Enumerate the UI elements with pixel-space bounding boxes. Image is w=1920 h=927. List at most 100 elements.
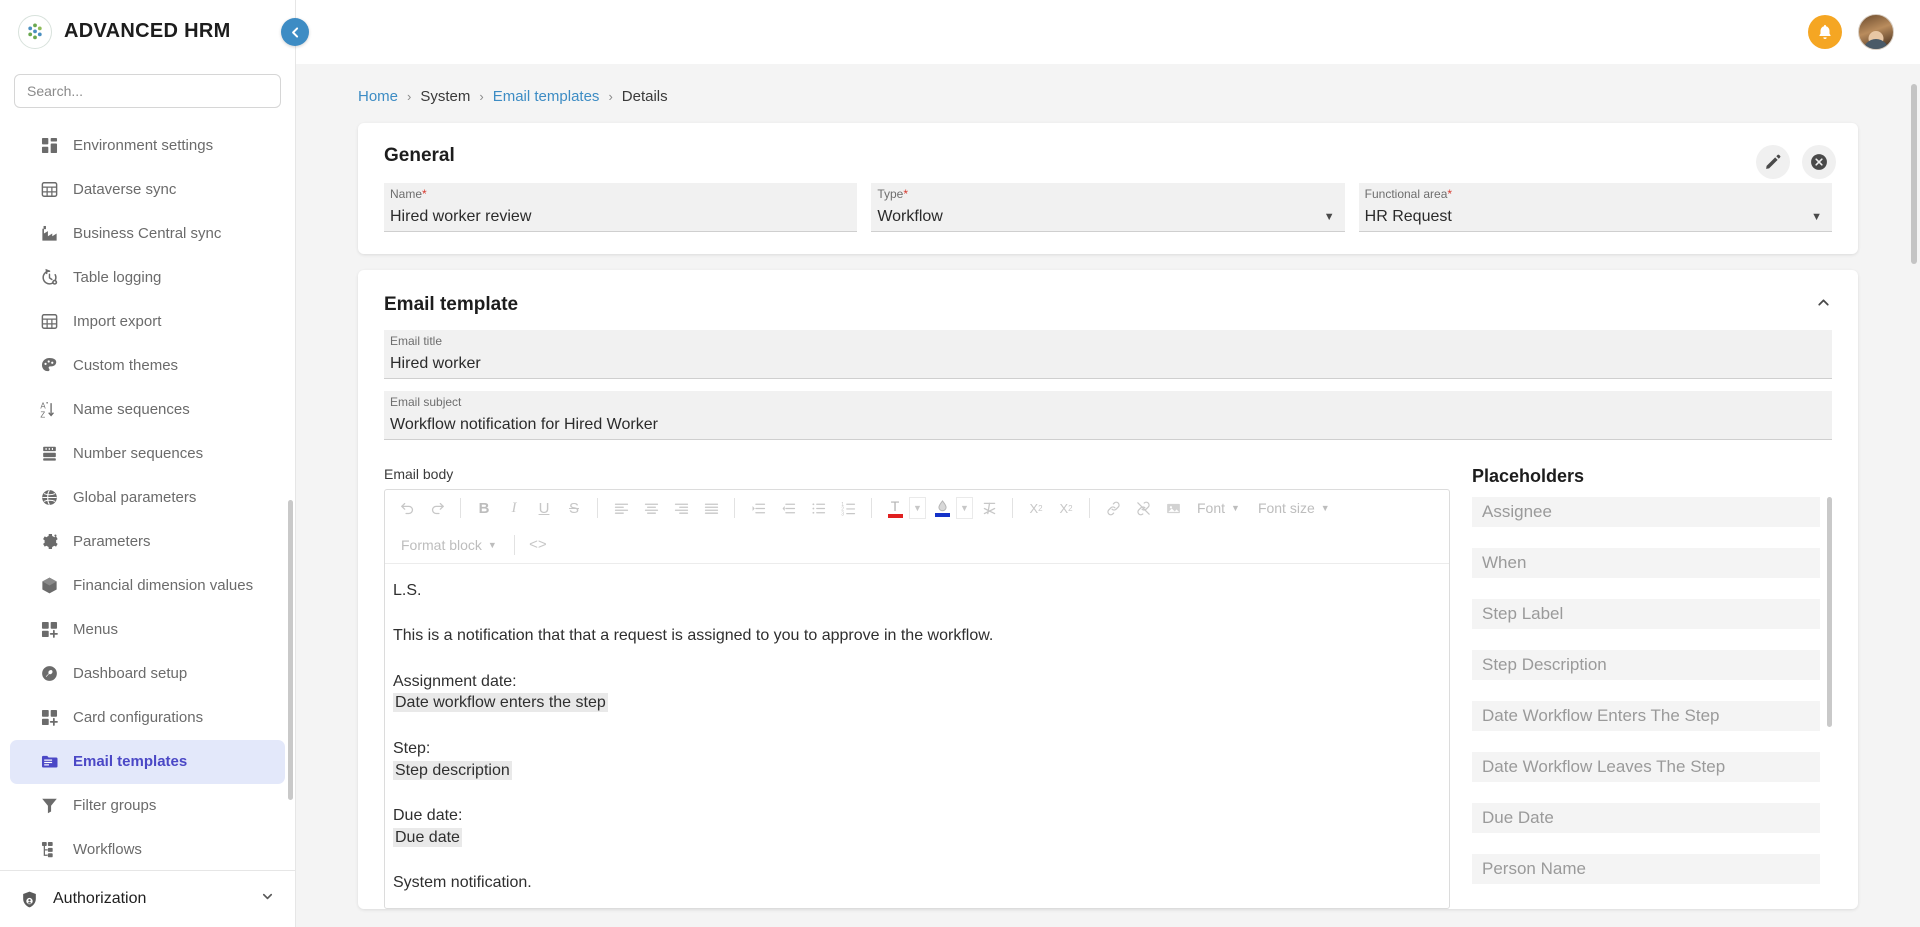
bold-icon[interactable]: B bbox=[470, 494, 498, 522]
sidebar-item-name-sequences[interactable]: A Z Name sequences bbox=[10, 388, 285, 432]
notification-bell-button[interactable] bbox=[1808, 15, 1842, 49]
placeholder-item[interactable]: Date Workflow Enters The Step bbox=[1472, 701, 1820, 731]
placeholder-item[interactable]: Step Label bbox=[1472, 599, 1820, 629]
highlight-color-dropdown-icon[interactable]: ▼ bbox=[956, 497, 973, 520]
placeholder-item[interactable]: Assignee bbox=[1472, 497, 1820, 527]
breadcrumb: Home › System › Email templates › Detail… bbox=[296, 64, 1920, 123]
email-subject-label: Email subject bbox=[384, 391, 1832, 410]
sidebar-item-workflows[interactable]: Workflows bbox=[10, 828, 285, 870]
unlink-icon[interactable] bbox=[1129, 494, 1157, 522]
close-button[interactable] bbox=[1802, 145, 1836, 179]
type-input[interactable]: Workflow ▼ bbox=[871, 202, 1345, 232]
sidebar-item-menus[interactable]: Menus bbox=[10, 608, 285, 652]
sidebar-item-financial-dimension-values[interactable]: Financial dimension values bbox=[10, 564, 285, 608]
email-subject-input[interactable]: Workflow notification for Hired Worker bbox=[384, 410, 1832, 440]
placeholders-scrollbar-thumb[interactable] bbox=[1827, 497, 1832, 727]
superscript-icon[interactable]: X2 bbox=[1052, 494, 1080, 522]
sidebar-item-global-parameters[interactable]: Global parameters bbox=[10, 476, 285, 520]
sidebar-item-email-templates[interactable]: Email templates bbox=[10, 739, 285, 784]
chevron-up-icon[interactable] bbox=[1815, 294, 1832, 316]
placeholder-item[interactable]: Due Date bbox=[1472, 803, 1820, 833]
sidebar-item-label: Card configurations bbox=[73, 709, 204, 727]
globe-icon bbox=[40, 488, 59, 507]
italic-icon[interactable]: I bbox=[500, 494, 528, 522]
svg-text:A: A bbox=[40, 402, 46, 411]
sidebar-item-dashboard-setup[interactable]: Dashboard setup bbox=[10, 652, 285, 696]
redo-icon[interactable] bbox=[423, 494, 451, 522]
breadcrumb-details: Details bbox=[621, 88, 668, 105]
general-title: General bbox=[384, 145, 455, 166]
placeholder-item[interactable]: Person Name bbox=[1472, 854, 1820, 884]
source-code-icon[interactable]: <> bbox=[524, 531, 552, 559]
general-field-name: Name* Hired worker review bbox=[384, 183, 858, 232]
highlight-color-control[interactable]: ▼ bbox=[928, 494, 973, 522]
placeholder-item[interactable]: Date Workflow Leaves The Step bbox=[1472, 752, 1820, 782]
placeholder-item[interactable]: Step Description bbox=[1472, 650, 1820, 680]
strikethrough-icon[interactable]: S bbox=[560, 494, 588, 522]
font-size-dropdown[interactable]: Font size ▼ bbox=[1250, 494, 1338, 522]
undo-icon[interactable] bbox=[393, 494, 421, 522]
align-justify-icon[interactable] bbox=[697, 494, 725, 522]
placeholder-item[interactable]: When bbox=[1472, 548, 1820, 578]
email-title-input[interactable]: Hired worker bbox=[384, 349, 1832, 379]
page-scrollbar[interactable] bbox=[1911, 84, 1917, 264]
placeholders-scrollbar[interactable] bbox=[1827, 497, 1832, 827]
align-left-icon[interactable] bbox=[607, 494, 635, 522]
sidebar-item-authorization[interactable]: Authorization bbox=[0, 871, 295, 927]
sidebar-item-card-configurations[interactable]: Card configurations bbox=[10, 696, 285, 740]
sidebar-collapse-button[interactable] bbox=[281, 18, 309, 46]
placeholder-token[interactable]: Step description bbox=[393, 760, 512, 780]
placeholder-token[interactable]: Due date bbox=[393, 827, 462, 847]
numbered-list-icon[interactable]: 123 bbox=[834, 494, 862, 522]
font-size-dropdown-label: Font size bbox=[1257, 500, 1315, 517]
brand[interactable]: ADVANCED HRM bbox=[0, 0, 295, 64]
clear-format-icon[interactable] bbox=[975, 494, 1003, 522]
sidebar-item-filter-groups[interactable]: Filter groups bbox=[10, 784, 285, 828]
outdent-icon[interactable] bbox=[774, 494, 802, 522]
align-center-icon[interactable] bbox=[637, 494, 665, 522]
user-avatar[interactable] bbox=[1858, 14, 1894, 50]
breadcrumb-email-templates[interactable]: Email templates bbox=[493, 88, 600, 105]
text-color-dropdown-icon[interactable]: ▼ bbox=[909, 497, 926, 520]
email-body-column: Email body B I U S 1 2 3 T ▼ ▼ X 2 X 2 F… bbox=[384, 466, 1450, 909]
body-line: L.S. bbox=[393, 581, 422, 599]
bullet-list-icon[interactable] bbox=[804, 494, 832, 522]
functional-area-input[interactable]: HR Request ▼ bbox=[1358, 202, 1832, 232]
sidebar-item-business-central-sync[interactable]: Business Central sync bbox=[10, 212, 285, 256]
page-content: Home › System › Email templates › Detail… bbox=[296, 64, 1920, 927]
link-icon[interactable] bbox=[1099, 494, 1127, 522]
underline-icon[interactable]: U bbox=[530, 494, 558, 522]
align-right-icon[interactable] bbox=[667, 494, 695, 522]
name-input[interactable]: Hired worker review bbox=[384, 202, 858, 232]
sitemap-icon bbox=[40, 840, 59, 859]
breadcrumb-separator-icon: › bbox=[608, 89, 613, 104]
highlight-color-icon[interactable] bbox=[928, 494, 956, 522]
sidebar-item-import-export[interactable]: Import export bbox=[10, 300, 285, 344]
image-icon[interactable] bbox=[1159, 494, 1187, 522]
sidebar-item-number-sequences[interactable]: Number sequences bbox=[10, 432, 285, 476]
general-field-functional-area: Functional area* HR Request ▼ bbox=[1358, 183, 1832, 232]
font-dropdown[interactable]: Font ▼ bbox=[1189, 494, 1248, 522]
edit-button[interactable] bbox=[1756, 145, 1790, 179]
subscript-icon[interactable]: X2 bbox=[1022, 494, 1050, 522]
text-color-control[interactable]: T ▼ bbox=[881, 494, 926, 522]
sidebar-item-environment-settings[interactable]: Environment settings bbox=[10, 124, 285, 168]
svg-text:3: 3 bbox=[841, 511, 844, 517]
search-input[interactable] bbox=[14, 73, 281, 108]
number-stack-icon bbox=[40, 444, 59, 463]
format-block-dropdown[interactable]: Format block ▼ bbox=[393, 531, 505, 559]
email-body-editable[interactable]: L.S. This is a notification that that a r… bbox=[385, 564, 1449, 908]
main-area: Home › System › Email templates › Detail… bbox=[296, 0, 1920, 927]
sidebar-item-parameters[interactable]: Parameters bbox=[10, 520, 285, 564]
placeholder-token[interactable]: Date workflow enters the step bbox=[393, 693, 608, 713]
breadcrumb-system: System bbox=[420, 88, 471, 105]
breadcrumb-home[interactable]: Home bbox=[358, 88, 398, 105]
sidebar-item-dataverse-sync[interactable]: Dataverse sync bbox=[10, 168, 285, 212]
sidebar-item-table-logging[interactable]: Table logging bbox=[10, 256, 285, 300]
sidebar-item-custom-themes[interactable]: Custom themes bbox=[10, 344, 285, 388]
table-transfer-icon bbox=[40, 312, 59, 331]
text-color-icon[interactable]: T bbox=[881, 494, 909, 522]
indent-icon[interactable] bbox=[744, 494, 772, 522]
chevron-down-icon[interactable] bbox=[260, 889, 275, 909]
sidebar-scrollbar[interactable] bbox=[288, 499, 293, 800]
